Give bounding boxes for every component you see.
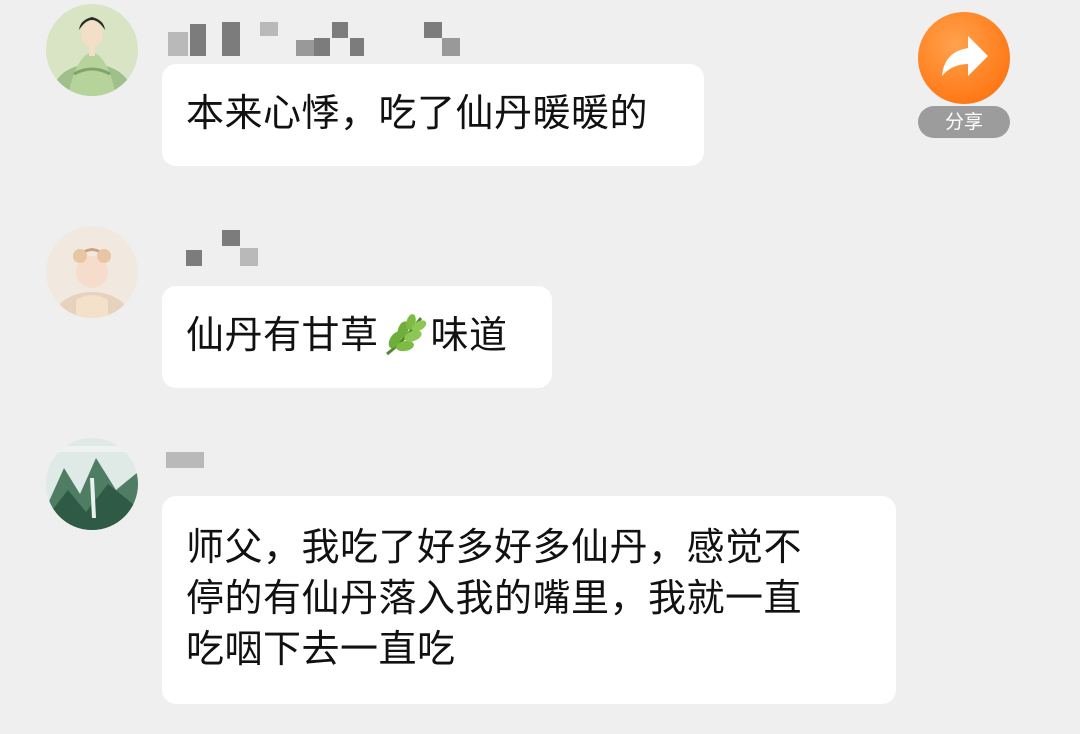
share-arrow-icon (942, 36, 988, 76)
avatar-figure-photo-icon (46, 226, 138, 318)
avatar[interactable] (46, 226, 138, 318)
chat-conversation: 本来心悸，吃了仙丹暖暖的 分享 仙丹有甘草 味道 师父，我吃了好多好多仙丹，感觉… (0, 0, 1080, 734)
avatar[interactable] (46, 4, 138, 96)
share-label: 分享 (918, 106, 1010, 138)
share-button[interactable]: 分享 (918, 12, 1010, 140)
avatar[interactable] (46, 438, 138, 530)
message-text-line: 吃咽下去一直吃 (186, 627, 456, 671)
avatar-woman-painting-icon (46, 4, 138, 96)
share-circle[interactable] (918, 12, 1010, 104)
avatar-landscape-icon (46, 438, 138, 530)
message-bubble[interactable]: 仙丹有甘草 味道 (162, 286, 552, 388)
sender-name-blurred (162, 18, 462, 58)
sender-name-blurred (162, 228, 282, 268)
message-text-part: 仙丹有甘草 (186, 313, 379, 357)
message-text: 本来心悸，吃了仙丹暖暖的 (186, 91, 649, 135)
message-text: 仙丹有甘草 味道 (186, 310, 528, 361)
message-bubble[interactable]: 师父，我吃了好多好多仙丹，感觉不 停的有仙丹落入我的嘴里，我就一直 吃咽下去一直… (162, 496, 896, 704)
message-text-line: 师父，我吃了好多好多仙丹，感觉不 (186, 525, 803, 569)
herb-leaf-icon (381, 312, 429, 358)
message-text-line: 停的有仙丹落入我的嘴里，我就一直 (186, 576, 803, 620)
message-text-part: 味道 (430, 313, 508, 357)
sender-name-blurred (162, 446, 222, 486)
message-bubble[interactable]: 本来心悸，吃了仙丹暖暖的 (162, 64, 704, 166)
